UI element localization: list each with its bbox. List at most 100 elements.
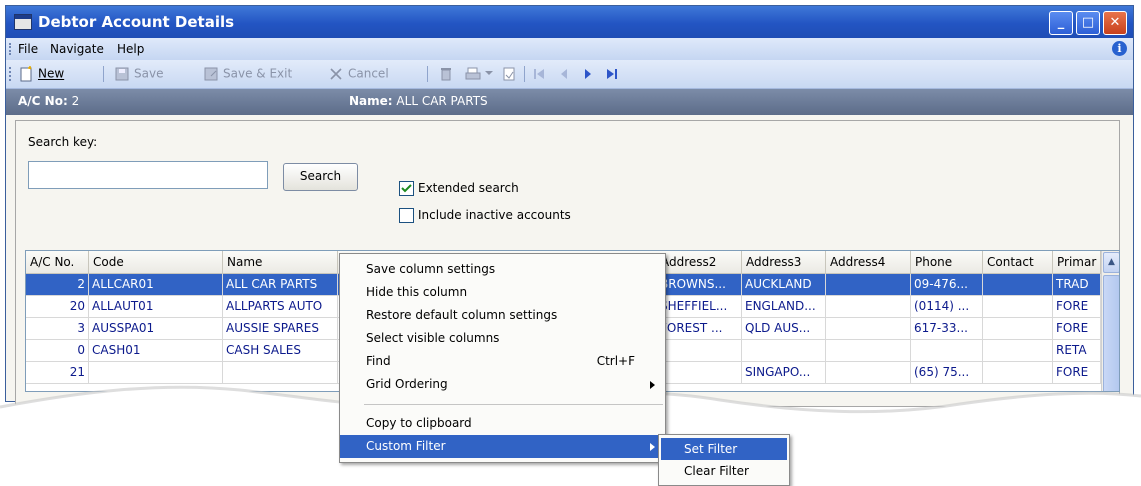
cell-name: ALL CAR PARTS: [223, 274, 338, 295]
cell-phone: 09-476...: [911, 274, 983, 295]
menu-item-find[interactable]: Find Ctrl+F: [340, 350, 665, 373]
menu-grip: [9, 43, 13, 55]
col-contact[interactable]: Contact: [983, 251, 1053, 273]
menu-item-label: Select visible columns: [366, 331, 500, 345]
save-label: Save: [134, 66, 164, 81]
maximize-button[interactable]: □: [1076, 11, 1100, 35]
menu-item-label: Save column settings: [366, 262, 496, 276]
cell-acno: 0: [26, 340, 89, 361]
acno-header: A/C No: 2: [18, 94, 79, 108]
scroll-up-icon[interactable]: ▲: [1103, 252, 1119, 273]
save-exit-icon: [204, 67, 218, 81]
save-button[interactable]: Save: [114, 66, 163, 82]
custom-filter-submenu: Set Filter Clear Filter: [658, 434, 790, 486]
cell-address3: AUCKLAND: [742, 274, 826, 295]
cell-acno: 2: [26, 274, 89, 295]
title-bar[interactable]: Debtor Account Details _ □ ✕: [6, 6, 1133, 38]
search-button[interactable]: Search: [283, 163, 358, 191]
new-label: New: [38, 66, 65, 81]
col-address2[interactable]: Address2: [657, 251, 742, 273]
menu-item-grid-ordering[interactable]: Grid Ordering: [340, 373, 665, 396]
cell-address4: [826, 340, 911, 361]
chevron-down-icon[interactable]: [485, 71, 493, 77]
account-header: A/C No: 2 Name: ALL CAR PARTS: [6, 89, 1133, 115]
toolbar: New Save Save & Exit Cancel: [6, 60, 1133, 89]
col-acno[interactable]: A/C No.: [26, 251, 89, 273]
include-inactive-checkbox[interactable]: [399, 208, 414, 223]
menu-item-label: Copy to clipboard: [366, 416, 472, 430]
cell-address2: BROWNS...: [657, 274, 742, 295]
last-record-icon[interactable]: [606, 68, 618, 80]
menu-item-hide-column[interactable]: Hide this column: [340, 281, 665, 304]
extended-search-label[interactable]: Extended search: [418, 181, 519, 195]
col-name[interactable]: Name: [223, 251, 338, 273]
cancel-label: Cancel: [348, 66, 389, 81]
cell-code: CASH01: [89, 340, 223, 361]
cell-primary: TRAD: [1053, 274, 1101, 295]
menu-item-select-visible-columns[interactable]: Select visible columns: [340, 327, 665, 350]
cell-name: ALLPARTS AUTO: [223, 296, 338, 317]
menu-item-label: Find: [366, 354, 391, 368]
menu-item-restore-default[interactable]: Restore default column settings: [340, 304, 665, 327]
cell-address3: QLD AUS...: [742, 318, 826, 339]
col-address4[interactable]: Address4: [826, 251, 911, 273]
cell-contact: [983, 274, 1053, 295]
menu-help[interactable]: Help: [117, 42, 144, 56]
name-label: Name:: [349, 94, 393, 108]
print-icon[interactable]: [464, 66, 482, 82]
new-document-icon: [20, 66, 32, 82]
delete-icon[interactable]: [438, 66, 454, 82]
cell-address2: SHEFFIEL...: [657, 296, 742, 317]
search-input[interactable]: [28, 161, 268, 189]
minimize-button[interactable]: _: [1049, 11, 1073, 35]
app-icon: [14, 14, 32, 30]
menu-navigate[interactable]: Navigate: [50, 42, 104, 56]
menu-item-label: Grid Ordering: [366, 377, 448, 391]
name-header: Name: ALL CAR PARTS: [349, 94, 488, 108]
menu-item-label: Custom Filter: [366, 439, 446, 453]
col-primary[interactable]: Primar: [1053, 251, 1101, 273]
save-icon: [115, 67, 129, 81]
menu-item-copy-to-clipboard[interactable]: Copy to clipboard: [340, 412, 665, 435]
cell-address3: ENGLAND...: [742, 296, 826, 317]
menu-separator: [364, 404, 663, 405]
cell-phone: 617-33...: [911, 318, 983, 339]
col-phone[interactable]: Phone: [911, 251, 983, 273]
acno-value: 2: [71, 94, 80, 108]
save-exit-button[interactable]: Save & Exit: [203, 66, 292, 82]
cell-address3: [742, 340, 826, 361]
cancel-button[interactable]: Cancel: [328, 66, 389, 82]
menu-item-shortcut: Ctrl+F: [596, 354, 635, 368]
menu-item-save-column-settings[interactable]: Save column settings: [340, 258, 665, 281]
previous-record-icon[interactable]: [559, 68, 569, 80]
submenu-arrow-icon: [650, 443, 655, 451]
first-record-icon[interactable]: [533, 68, 545, 80]
close-button[interactable]: ✕: [1103, 11, 1127, 35]
cell-acno: 20: [26, 296, 89, 317]
new-button[interactable]: New: [18, 66, 64, 82]
cell-contact: [983, 296, 1053, 317]
menu-item-label: Set Filter: [684, 442, 738, 456]
cell-contact: [983, 340, 1053, 361]
col-address3[interactable]: Address3: [742, 251, 826, 273]
cell-contact: [983, 318, 1053, 339]
preview-icon[interactable]: [501, 66, 517, 82]
cell-name: AUSSIE SPARES: [223, 318, 338, 339]
checkmark-icon: [401, 184, 412, 193]
cancel-icon: [330, 68, 342, 80]
menu-item-clear-filter[interactable]: Clear Filter: [661, 460, 787, 482]
include-inactive-label[interactable]: Include inactive accounts: [418, 208, 571, 222]
cell-acno: 3: [26, 318, 89, 339]
menu-file[interactable]: File: [18, 42, 38, 56]
next-record-icon[interactable]: [583, 68, 593, 80]
menu-item-label: Hide this column: [366, 285, 468, 299]
menu-item-set-filter[interactable]: Set Filter: [661, 438, 787, 460]
cell-code: AUSSPA01: [89, 318, 223, 339]
extended-search-checkbox[interactable]: [399, 181, 414, 196]
cell-code: ALLAUT01: [89, 296, 223, 317]
info-icon[interactable]: i: [1112, 41, 1127, 56]
toolbar-separator: [524, 66, 525, 82]
name-value: ALL CAR PARTS: [396, 94, 488, 108]
col-code[interactable]: Code: [89, 251, 223, 273]
menu-item-custom-filter[interactable]: Custom Filter: [340, 435, 665, 458]
